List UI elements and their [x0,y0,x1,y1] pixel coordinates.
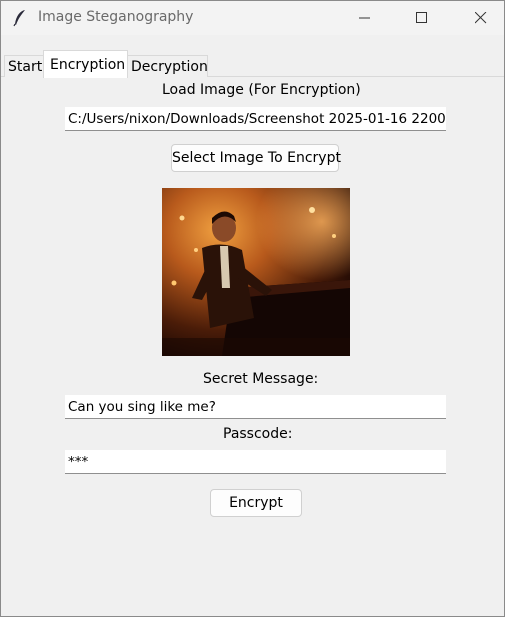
maximize-icon [416,12,427,23]
tab-encryption[interactable]: Encryption [43,50,128,78]
tab-start[interactable]: Start [4,55,44,77]
secret-message-label: Secret Message: [203,371,319,387]
encrypt-button[interactable]: Encrypt [210,489,302,517]
passcode-label: Passcode: [223,426,293,442]
maximize-button[interactable] [399,1,445,35]
window-title: Image Steganography [38,9,194,25]
tab-decryption[interactable]: Decryption [127,55,208,77]
load-image-label: Load Image (For Encryption) [162,82,361,98]
image-path-field[interactable]: C:/Users/nixon/Downloads/Screenshot 2025… [65,107,446,131]
feather-icon [13,10,25,27]
passcode-field[interactable]: *** [65,450,446,474]
secret-message-field[interactable]: Can you sing like me? [65,395,446,419]
close-button[interactable] [458,1,504,35]
photo-thumbnail-icon [162,188,350,356]
select-image-button[interactable]: Select Image To Encrypt [171,144,341,172]
minimize-button[interactable] [342,1,388,35]
minimize-icon [359,17,370,19]
close-icon [475,12,487,24]
app-window: Image Steganography Start Encryption Dec… [0,0,505,617]
title-bar[interactable]: Image Steganography [1,1,504,35]
image-preview [162,188,350,356]
